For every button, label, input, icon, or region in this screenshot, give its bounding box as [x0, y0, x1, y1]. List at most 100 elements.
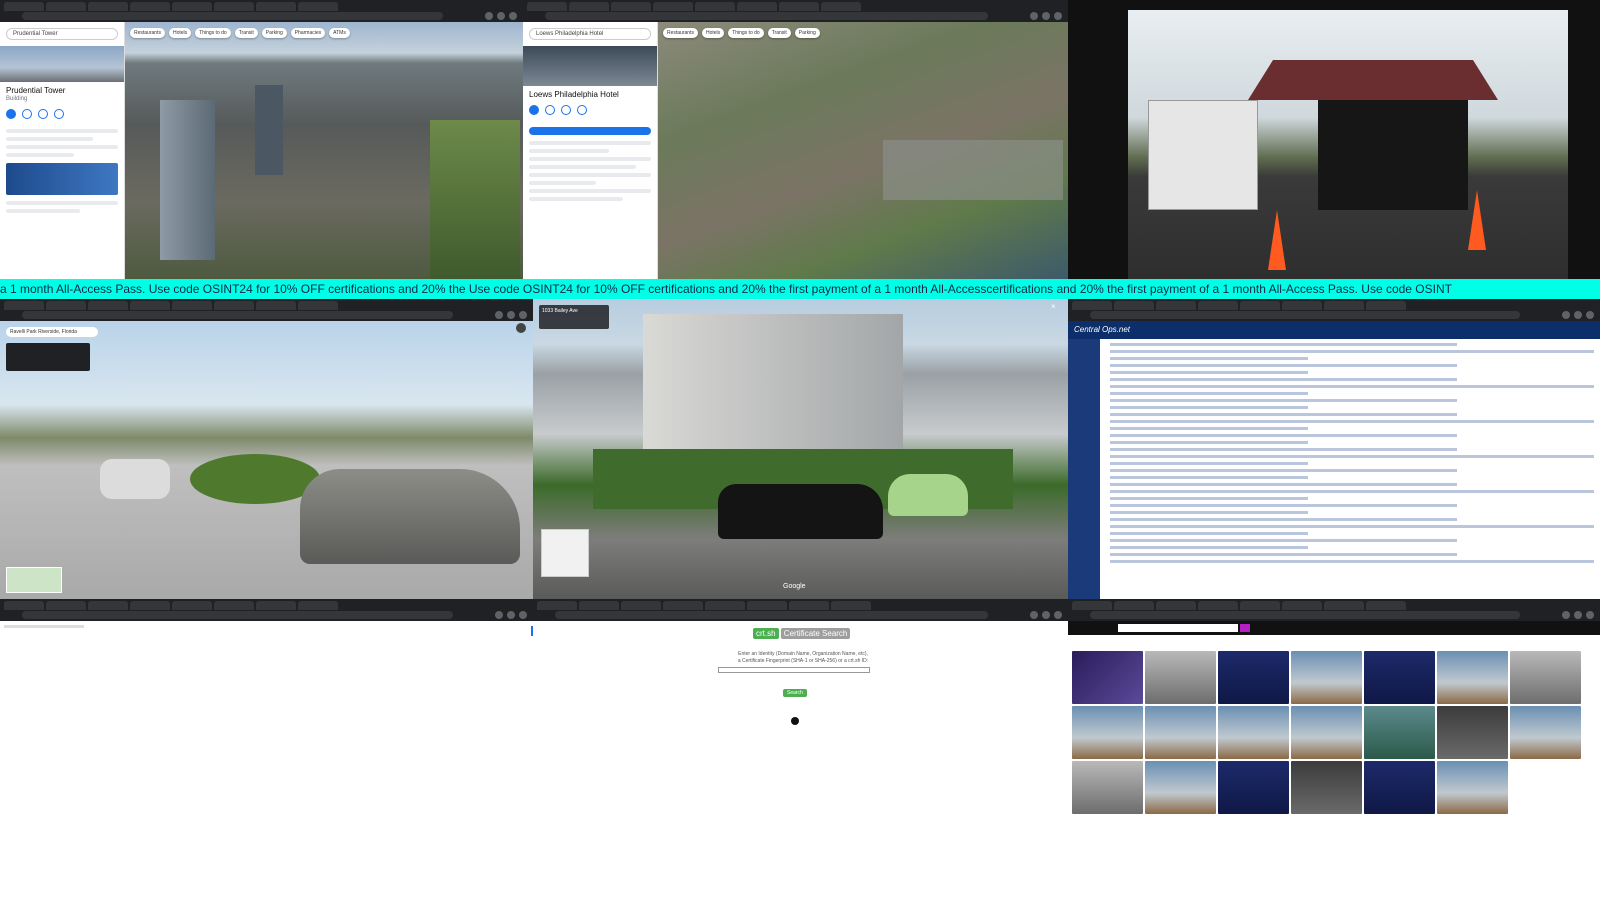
- search-input[interactable]: Loews Philadelphia Hotel: [529, 28, 651, 40]
- address-bar[interactable]: [555, 611, 988, 619]
- chip-restaurants[interactable]: Restaurants: [130, 28, 165, 38]
- place-title: Loews Philadelphia Hotel: [529, 90, 619, 99]
- chip-restaurants[interactable]: Restaurants: [663, 28, 698, 38]
- result-thumbnail[interactable]: [1364, 651, 1435, 704]
- chip-transit[interactable]: Transit: [234, 28, 258, 38]
- promo-banner: a 1 month All-Access Pass. Use code OSIN…: [0, 279, 1600, 299]
- address-bar[interactable]: [545, 12, 988, 20]
- results-grid: [1072, 651, 1581, 814]
- search-header: [1068, 621, 1600, 635]
- maps-3d-tile-2: Loews Philadelphia Hotel Loews Philadelp…: [523, 0, 1068, 279]
- chip-parking[interactable]: Parking: [261, 28, 287, 38]
- address-card[interactable]: [6, 343, 90, 371]
- category-chips: Restaurants Hotels Things to do Transit …: [663, 28, 820, 38]
- result-thumbnail[interactable]: [1145, 761, 1216, 814]
- github-icon[interactable]: [791, 717, 799, 725]
- result-thumbnail[interactable]: [1437, 651, 1508, 704]
- search-instructions: Enter an Identity (Domain Name, Organiza…: [723, 651, 883, 665]
- street-view-tile-2: 1033 Bailey Ave Google ×: [533, 299, 1068, 599]
- browser-chrome: [0, 0, 523, 22]
- search-button[interactable]: [1240, 624, 1250, 632]
- site-brand[interactable]: Central Ops.net: [1074, 325, 1130, 334]
- browser-chrome: [0, 299, 533, 321]
- result-thumbnail[interactable]: [1145, 706, 1216, 759]
- result-thumbnail[interactable]: [1072, 706, 1143, 759]
- minimap[interactable]: [541, 529, 589, 577]
- category-chips: Restaurants Hotels Things to do Transit …: [130, 28, 350, 38]
- result-thumbnail[interactable]: [1218, 706, 1289, 759]
- minimap[interactable]: [6, 567, 62, 593]
- site-header: Central Ops.net: [1068, 321, 1600, 339]
- browser-chrome: [523, 0, 1068, 22]
- address-card[interactable]: 1033 Bailey Ave: [539, 305, 609, 329]
- screen-grid: Prudential Tower Prudential Tower Buildi…: [0, 0, 1600, 899]
- chip-hotels[interactable]: Hotels: [701, 28, 725, 38]
- address-bar[interactable]: [22, 12, 443, 20]
- identity-input[interactable]: [718, 667, 870, 673]
- logo-crt: crt.sh: [753, 628, 779, 639]
- logo-certificate-search: Certificate Search: [780, 628, 851, 639]
- place-panel: Prudential Tower Prudential Tower Buildi…: [0, 22, 125, 279]
- address-bar[interactable]: [1090, 611, 1520, 619]
- browser-chrome: [1068, 299, 1600, 321]
- save-icon[interactable]: [545, 105, 555, 115]
- place-photo[interactable]: [523, 46, 657, 86]
- place-title: Prudential Tower: [6, 86, 66, 95]
- browser-chrome: [0, 599, 533, 621]
- result-thumbnail[interactable]: [1218, 761, 1289, 814]
- chip-things-to-do[interactable]: Things to do: [728, 28, 764, 38]
- crt-logo[interactable]: crt.sh Certificate Search: [753, 628, 851, 639]
- result-thumbnail[interactable]: [1291, 706, 1362, 759]
- check-availability-button[interactable]: [529, 127, 651, 135]
- result-thumbnail[interactable]: [1364, 761, 1435, 814]
- share-icon[interactable]: [54, 109, 64, 119]
- promo-text: a 1 month All-Access Pass. Use code OSIN…: [0, 282, 1452, 296]
- photos-thumbnail[interactable]: [6, 163, 118, 195]
- search-input[interactable]: Prudential Tower: [6, 28, 118, 40]
- search-input[interactable]: [1118, 624, 1238, 632]
- result-thumbnail[interactable]: [1291, 651, 1362, 704]
- nearby-icon[interactable]: [561, 105, 571, 115]
- result-thumbnail[interactable]: [1072, 651, 1143, 704]
- address-bar[interactable]: [1090, 311, 1520, 319]
- nearby-icon[interactable]: [38, 109, 48, 119]
- street-view-tile: Ravelli Park Riverside, Florida: [0, 299, 533, 599]
- camera-search-tile: [1068, 599, 1600, 899]
- result-thumbnail[interactable]: [1291, 761, 1362, 814]
- place-photo[interactable]: [0, 46, 124, 82]
- search-input[interactable]: Ravelli Park Riverside, Florida: [6, 327, 98, 337]
- chip-pharmacies[interactable]: Pharmacies: [290, 28, 326, 38]
- address-bar[interactable]: [22, 611, 453, 619]
- central-ops-tile: Central Ops.net: [1068, 299, 1600, 599]
- result-thumbnail[interactable]: [1437, 761, 1508, 814]
- chip-things-to-do[interactable]: Things to do: [195, 28, 231, 38]
- result-thumbnail[interactable]: [1364, 706, 1435, 759]
- instruction-line-1: Enter an Identity (Domain Name, Organiza…: [738, 651, 868, 657]
- left-sidebar: [1068, 339, 1100, 599]
- google-watermark: Google: [783, 583, 806, 590]
- close-icon[interactable]: ×: [1051, 303, 1059, 311]
- share-icon[interactable]: [577, 105, 587, 115]
- result-thumbnail[interactable]: [1218, 651, 1289, 704]
- result-thumbnail[interactable]: [1072, 761, 1143, 814]
- result-thumbnail[interactable]: [1510, 706, 1581, 759]
- save-icon[interactable]: [22, 109, 32, 119]
- blank-page-tile: [0, 599, 533, 899]
- place-subtitle: Building: [6, 96, 28, 102]
- results-body: [1104, 339, 1600, 599]
- chip-transit[interactable]: Transit: [767, 28, 791, 38]
- close-icon[interactable]: [516, 323, 526, 333]
- photo-tile: [1068, 0, 1600, 279]
- browser-chrome: [1068, 599, 1600, 621]
- directions-icon[interactable]: [6, 109, 16, 119]
- crt-sh-tile: crt.sh Certificate Search Enter an Ident…: [533, 599, 1068, 899]
- chip-parking[interactable]: Parking: [794, 28, 820, 38]
- result-thumbnail[interactable]: [1437, 706, 1508, 759]
- search-button[interactable]: Search: [783, 689, 807, 697]
- result-thumbnail[interactable]: [1510, 651, 1581, 704]
- directions-icon[interactable]: [529, 105, 539, 115]
- chip-hotels[interactable]: Hotels: [168, 28, 192, 38]
- chip-atms[interactable]: ATMs: [329, 28, 350, 38]
- address-bar[interactable]: [22, 311, 453, 319]
- result-thumbnail[interactable]: [1145, 651, 1216, 704]
